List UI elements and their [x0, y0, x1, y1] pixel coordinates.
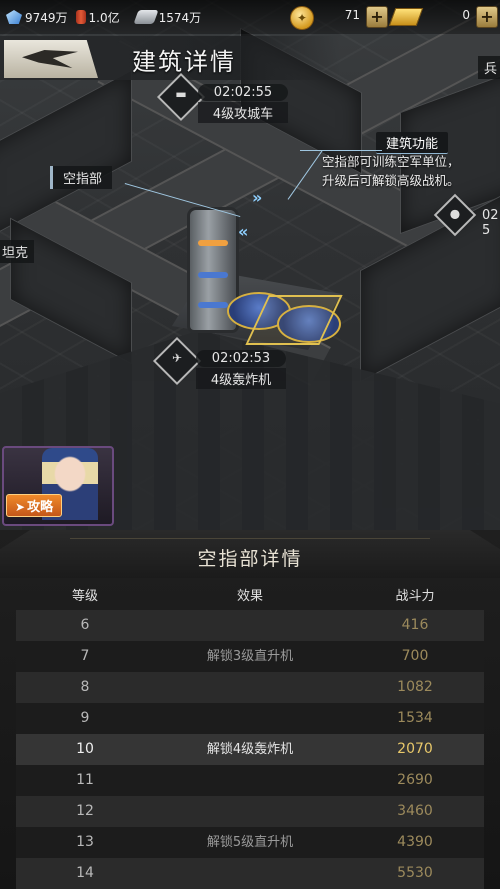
table-row: 11 2690 — [16, 765, 484, 796]
level-cell: 6 — [80, 617, 90, 633]
eagle-logo-icon — [22, 50, 78, 68]
panel-title: 空指部详情 — [197, 548, 303, 570]
table-row: 9 1534 — [16, 703, 484, 734]
function-description: 空指部可训练空军单位，升级后可解锁高级战机。 — [322, 154, 460, 188]
add-gold-button[interactable]: + — [476, 6, 498, 28]
chevron-right-icon: » — [252, 188, 262, 207]
resource-bar: 9749万 1.0亿 1574万 — [0, 0, 500, 34]
oil-barrel-icon — [75, 10, 86, 24]
offscreen-building-label[interactable]: 坦克 — [0, 240, 35, 263]
level-cell: 8 — [80, 679, 90, 695]
power-cell: 1534 — [397, 710, 433, 726]
bomber-timer[interactable]: 02:02:53 4级轰炸机 — [196, 350, 286, 389]
power-cell: 1082 — [397, 679, 433, 695]
power-cell: 416 — [401, 617, 429, 633]
page-title: 建筑详情 — [132, 48, 236, 76]
power-cell: 2690 — [397, 772, 433, 788]
coin-amount: 71 — [344, 8, 360, 22]
level-cell: 13 — [76, 834, 94, 850]
back-button[interactable] — [4, 40, 98, 78]
column-header-level: 等级 — [71, 589, 98, 604]
power-cell: 2070 — [397, 741, 433, 757]
air-command-building[interactable] — [172, 200, 343, 350]
steel-resource: 1574万 — [133, 9, 201, 26]
arrow-icon: ➤ — [15, 500, 26, 514]
level-cell: 10 — [76, 741, 94, 757]
steel-ingot-icon — [133, 10, 159, 24]
callout-line — [300, 150, 382, 151]
level-cell: 11 — [76, 772, 94, 788]
level-cell: 14 — [76, 865, 94, 881]
gold-amount: 0 — [462, 8, 470, 22]
chevron-left-icon: « — [238, 222, 248, 241]
siege-vehicle-timer[interactable]: 02:02:55 4级攻城车 — [198, 84, 288, 123]
effect-cell: 解锁4级轰炸机 — [206, 742, 294, 757]
offscreen-building-label[interactable]: 兵 — [478, 56, 500, 79]
column-header-effect: 效果 — [236, 589, 263, 604]
table-row: 13 解锁5级直升机 4390 — [16, 827, 484, 858]
power-cell: 700 — [401, 648, 429, 664]
table-row: 7 解锁3级直升机 700 — [16, 641, 484, 672]
table-row: 14 5530 — [16, 858, 484, 889]
effect-cell: 解锁5级直升机 — [206, 835, 294, 850]
column-header-power: 战斗力 — [395, 589, 435, 604]
oil-resource: 1.0亿 — [75, 9, 120, 26]
building-name-label: 空指部 — [50, 166, 113, 189]
coin-icon: ✦ — [290, 6, 314, 30]
crystal-icon — [6, 10, 22, 24]
add-coins-button[interactable]: + — [366, 6, 388, 28]
offscreen-timer[interactable]: 02 5 — [482, 208, 500, 238]
level-cell: 9 — [80, 710, 90, 726]
function-title: 建筑功能 — [376, 132, 449, 154]
table-row: 8 1082 — [16, 672, 484, 703]
level-table[interactable]: 6 416 7 解锁3级直升机 700 8 1082 9 1534 10 解锁4级轰炸机 2070 11… — [16, 610, 484, 889]
level-cell: 12 — [76, 803, 94, 819]
power-cell: 3460 — [397, 803, 433, 819]
level-cell: 7 — [80, 648, 90, 664]
crystal-resource: 9749万 — [6, 9, 68, 26]
table-row: 6 416 — [16, 610, 484, 641]
strategy-guide-button[interactable]: ➤ 攻略 — [2, 446, 114, 526]
power-cell: 5530 — [397, 865, 433, 881]
power-cell: 4390 — [397, 834, 433, 850]
effect-cell: 解锁3级直升机 — [206, 649, 294, 664]
details-panel: 空指部详情 等级 效果 战斗力 6 416 7 解锁3级直升机 700 8 1082 9 153… — [0, 530, 500, 889]
table-row: 12 3460 — [16, 796, 484, 827]
table-row: 10 解锁4级轰炸机 2070 — [16, 734, 484, 765]
